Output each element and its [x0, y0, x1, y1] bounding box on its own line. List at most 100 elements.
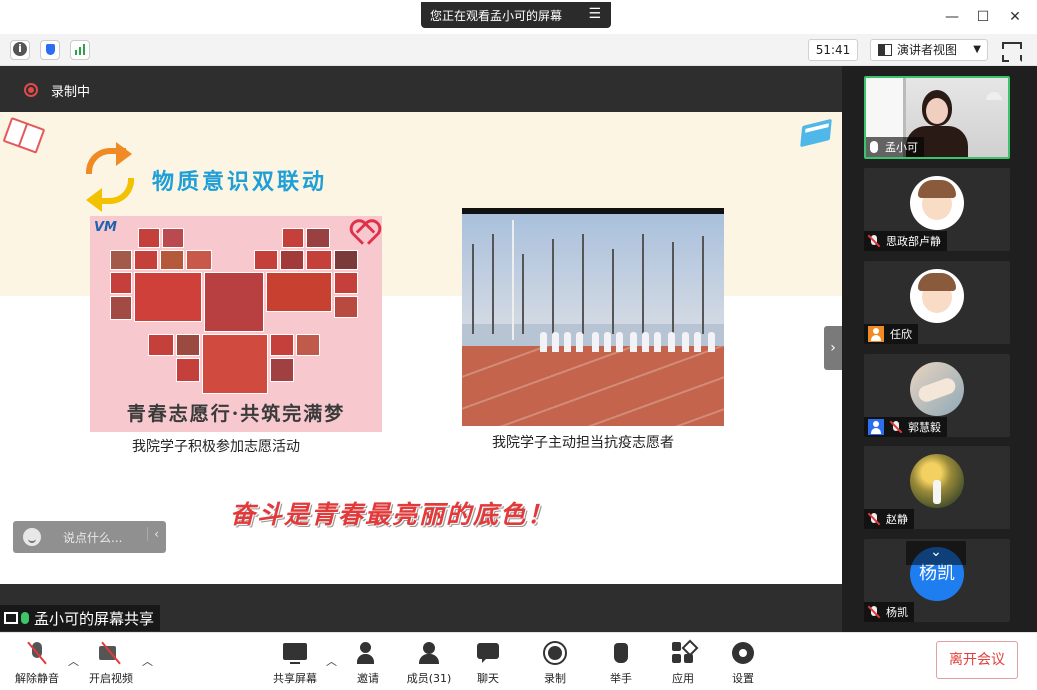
- viewing-banner[interactable]: 您正在观看孟小可的屏幕 ☰: [421, 2, 611, 28]
- participant-tile[interactable]: 任欣: [864, 261, 1010, 344]
- settings-button[interactable]: 设置: [728, 641, 758, 686]
- members-button[interactable]: 成员(31): [404, 641, 454, 686]
- participant-name-tag: 郭慧毅: [864, 417, 947, 437]
- recording-icon: [24, 83, 38, 97]
- emoji-icon[interactable]: [23, 528, 41, 546]
- user-badge-icon: [868, 326, 884, 342]
- participant-name-tag: 孟小可: [866, 137, 924, 157]
- viewing-banner-text: 您正在观看孟小可的屏幕: [430, 8, 563, 23]
- presentation-slide: 物质意识双联动 VM 青春志愿行·共筑完满梦 我院学子积极参加志愿活动 我院学子…: [0, 112, 842, 584]
- share-options-chevron[interactable]: ︿: [326, 653, 337, 669]
- screen-share-owner: 孟小可的屏幕共享: [34, 609, 155, 628]
- meeting-window: 您正在观看孟小可的屏幕 ☰ — ☐ ✕ 51:41 演讲者视图 ▼ 录制中: [0, 0, 1037, 690]
- apps-label: 应用: [672, 672, 694, 685]
- cycle-arrows-icon: [86, 142, 134, 212]
- participant-tile[interactable]: 郭慧毅: [864, 354, 1010, 437]
- mic-muted-icon: [868, 605, 880, 619]
- mic-muted-icon: [868, 234, 880, 248]
- info-icon[interactable]: [10, 40, 30, 60]
- participant-tile[interactable]: 赵静: [864, 446, 1010, 529]
- unmute-button[interactable]: 解除静音: [12, 641, 62, 686]
- view-mode-select[interactable]: 演讲者视图 ▼: [870, 39, 988, 61]
- record-button[interactable]: 录制: [540, 641, 570, 686]
- invite-button[interactable]: 邀请: [352, 641, 384, 686]
- avatar: [910, 362, 964, 416]
- screen-share-icon: [4, 612, 18, 624]
- unmute-label: 解除静音: [15, 672, 59, 685]
- share-screen-button[interactable]: 共享屏幕: [270, 641, 320, 686]
- screen-share-label: 孟小可的屏幕共享: [0, 605, 161, 631]
- speaker-view-icon: [878, 44, 892, 56]
- chevron-down-icon[interactable]: ⌄: [906, 541, 966, 565]
- camera-off-icon: [99, 641, 123, 665]
- record-icon: [543, 641, 567, 665]
- network-signal-icon[interactable]: [70, 40, 90, 60]
- leave-meeting-button[interactable]: 离开会议: [936, 641, 1018, 679]
- recording-bar: 录制中: [0, 66, 842, 112]
- settings-label: 设置: [732, 672, 754, 685]
- participant-name: 孟小可: [885, 141, 918, 154]
- video-options-chevron[interactable]: ︿: [142, 653, 153, 669]
- shared-screen-area: 录制中 物质意识双联动 VM 青春志愿行·共筑完满梦 我院学子积极参加志愿活动 …: [0, 66, 842, 632]
- menu-icon[interactable]: ☰: [588, 6, 601, 22]
- apps-button[interactable]: 应用: [668, 641, 698, 686]
- title-bar: 您正在观看孟小可的屏幕 ☰ — ☐ ✕: [0, 0, 1037, 34]
- mic-on-icon: [870, 141, 878, 153]
- participant-name-tag: 杨凯: [864, 602, 914, 622]
- avatar: [910, 176, 964, 230]
- collapse-panel-button[interactable]: ›: [824, 326, 842, 370]
- chevron-left-icon[interactable]: ‹: [147, 527, 165, 541]
- participant-tile[interactable]: 杨凯 ⌄ 杨凯: [864, 539, 1010, 622]
- participant-tile[interactable]: 思政部卢静: [864, 168, 1010, 251]
- epidemic-volunteers-image: [462, 208, 724, 426]
- meeting-info-toolbar: 51:41 演讲者视图 ▼: [0, 34, 1037, 66]
- chat-input-placeholder: 说点什么...: [63, 531, 123, 545]
- volunteer-collage-image: VM 青春志愿行·共筑完满梦: [90, 216, 382, 432]
- apps-icon: [671, 641, 695, 665]
- participant-tile[interactable]: 孟小可: [864, 76, 1010, 159]
- share-screen-icon: [283, 641, 307, 665]
- fullscreen-icon[interactable]: [1000, 40, 1020, 60]
- chevron-down-icon: ▼: [973, 44, 981, 55]
- start-video-label: 开启视频: [89, 672, 133, 685]
- user-badge-icon: [868, 419, 884, 435]
- security-shield-icon[interactable]: [40, 40, 60, 60]
- invite-label: 邀请: [357, 672, 379, 685]
- mic-icon: [21, 612, 29, 624]
- minimize-button[interactable]: —: [942, 8, 962, 26]
- photo-collage: [110, 226, 362, 402]
- avatar: [910, 454, 964, 508]
- chat-label: 聊天: [477, 672, 499, 685]
- share-screen-label: 共享屏幕: [273, 672, 317, 685]
- recording-label: 录制中: [51, 85, 91, 100]
- slide-slogan: 奋斗是青春最亮丽的底色！: [230, 500, 555, 529]
- close-button[interactable]: ✕: [1005, 8, 1025, 26]
- invite-icon: [356, 641, 380, 665]
- mic-muted-icon: [868, 512, 880, 526]
- slide-title: 物质意识双联动: [152, 169, 328, 195]
- chat-icon: [476, 641, 500, 665]
- meeting-timer: 51:41: [808, 39, 858, 61]
- participant-name-tag: 任欣: [864, 324, 918, 344]
- participants-panel: › 孟小可 思政部卢静 任欣 郭慧毅 赵静 杨凯 ⌄ 杨凯: [824, 66, 1037, 632]
- participant-name: 郭慧毅: [908, 421, 941, 434]
- chat-button[interactable]: 聊天: [474, 641, 502, 686]
- mic-muted-icon: [890, 420, 902, 434]
- participant-name-tag: 赵静: [864, 509, 914, 529]
- gear-icon: [731, 641, 755, 665]
- members-icon: [417, 641, 441, 665]
- maximize-button[interactable]: ☐: [973, 8, 993, 26]
- audio-options-chevron[interactable]: ︿: [68, 653, 79, 669]
- record-label: 录制: [544, 672, 566, 685]
- bottom-toolbar: 解除静音 ︿ 开启视频 ︿ 共享屏幕 ︿ 邀请 成员(31) 聊天 录制 举手 …: [0, 632, 1037, 690]
- hand-icon: [609, 641, 633, 665]
- participant-name: 赵静: [886, 513, 908, 526]
- participant-name: 任欣: [890, 328, 912, 341]
- start-video-button[interactable]: 开启视频: [86, 641, 136, 686]
- chat-input[interactable]: 说点什么... ‹: [13, 521, 166, 553]
- members-label: 成员(31): [406, 672, 452, 685]
- volunteers-in-protective-suits: [532, 326, 722, 352]
- trees: [462, 214, 724, 334]
- avatar: [910, 269, 964, 323]
- raise-hand-button[interactable]: 举手: [606, 641, 636, 686]
